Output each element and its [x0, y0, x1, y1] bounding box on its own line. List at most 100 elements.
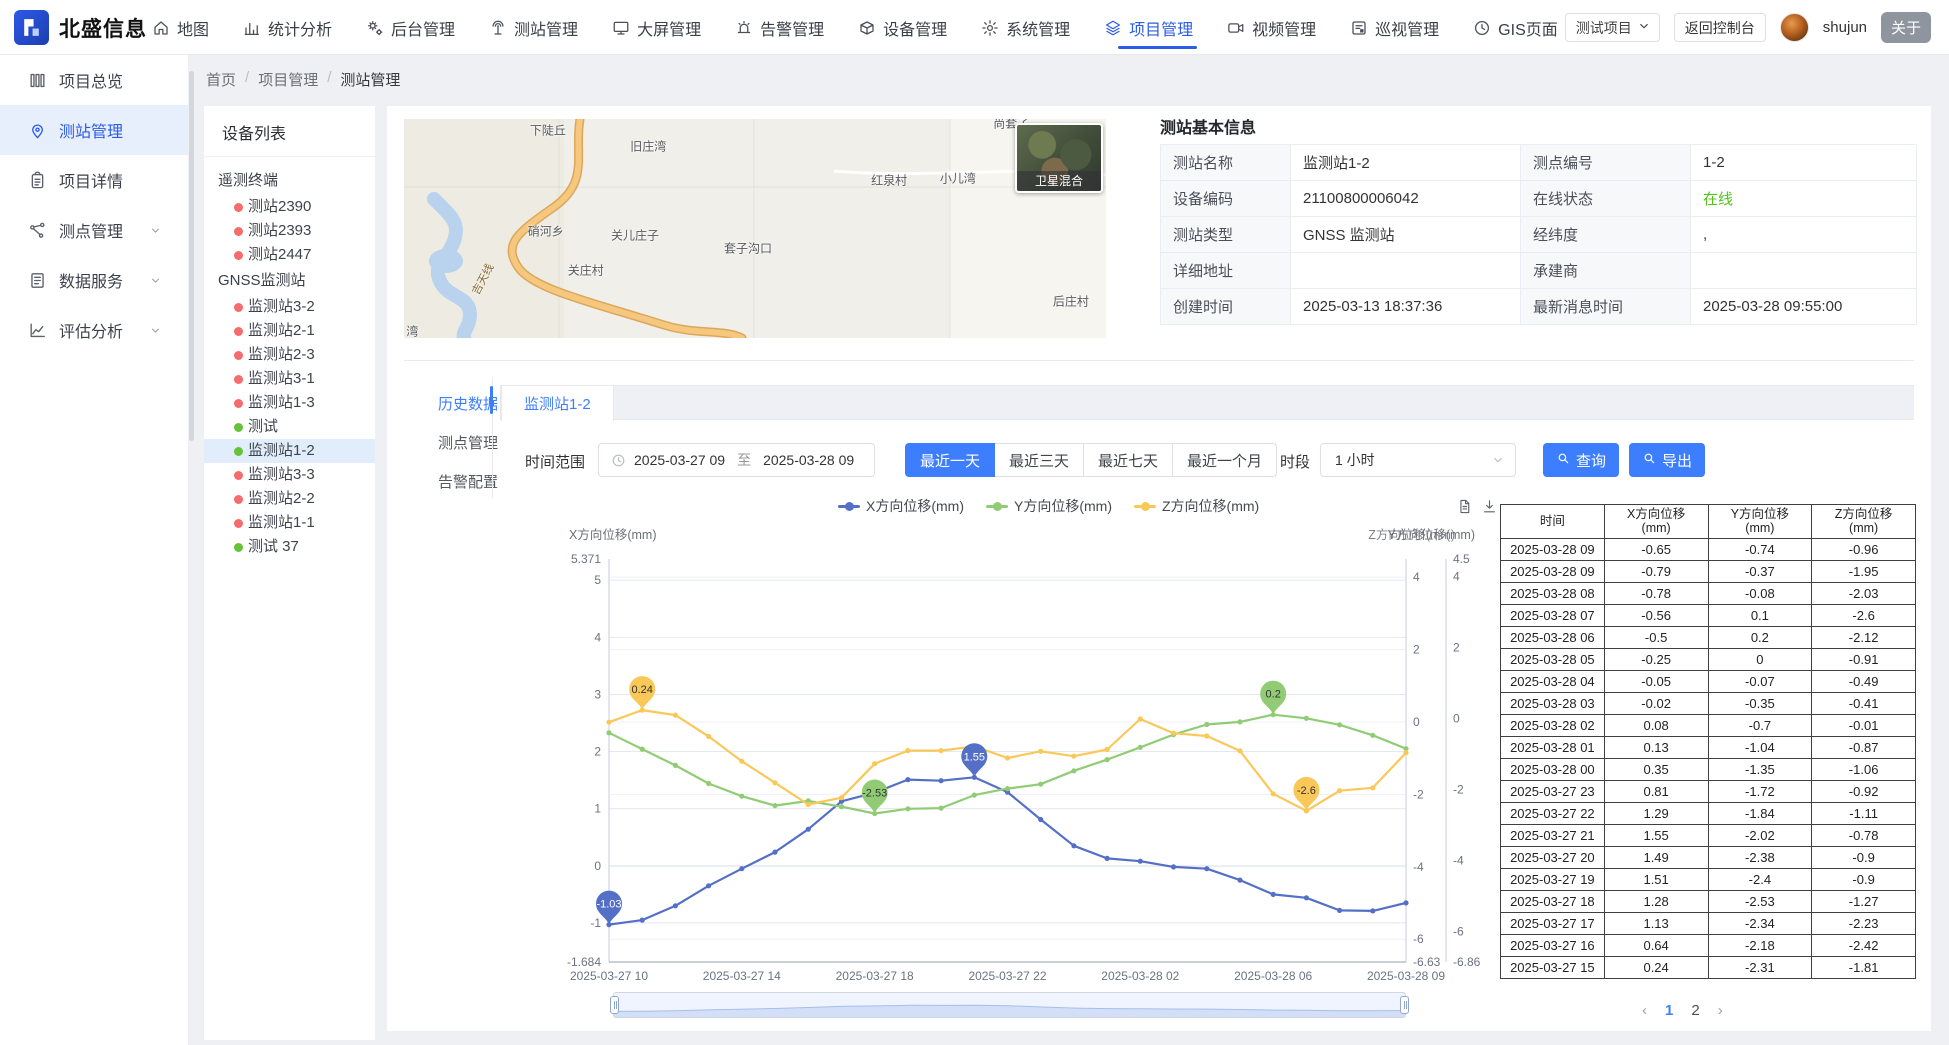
nav-item-6[interactable]: 设备管理 — [856, 0, 949, 55]
query-button[interactable]: 查询 — [1543, 443, 1620, 477]
nav-item-3[interactable]: 测站管理 — [487, 0, 580, 55]
back-to-console-button[interactable]: 返回控制台 — [1673, 13, 1766, 42]
clipboard-icon — [31, 171, 44, 188]
legend-item-label: Z方向位移(mm) — [1162, 498, 1260, 514]
device-icon — [860, 20, 874, 35]
table-row: 2025-03-27 16 0.64 -2.18 -2.42 — [1500, 933, 1916, 957]
export-button[interactable]: 导出 — [1629, 443, 1706, 477]
nav-item-4[interactable]: 大屏管理 — [610, 0, 703, 55]
datazoom-handle-left[interactable] — [610, 996, 619, 1014]
station-map[interactable]: 下陡丘 旧庄湾 红泉村 小儿湾 尚套子 硝河乡 关儿庄子 套子沟口 关庄村 后庄村湾 吉天线 卫星… — [404, 119, 1106, 338]
clock-icon — [611, 453, 626, 468]
online-status-dot — [234, 446, 243, 456]
sidebar-item-2[interactable]: 项目详情 — [0, 155, 188, 205]
quick-range-0[interactable]: 最近一天 — [905, 443, 996, 477]
table-row: 2025-03-28 04 -0.05 -0.07 -0.49 — [1500, 669, 1916, 693]
nav-item-9[interactable]: 视频管理 — [1225, 0, 1318, 55]
breadcrumb-item-1[interactable]: 项目管理 — [258, 69, 318, 90]
sidebar-item-1[interactable]: 测站管理 — [0, 105, 188, 155]
tab-station-1-2[interactable]: 监测站1-2 — [501, 385, 614, 421]
legend-item-0[interactable]: X方向位移(mm) — [838, 496, 964, 516]
nav-item-0[interactable]: 地图 — [150, 0, 211, 55]
table-cell: -2.53 — [1707, 889, 1813, 913]
date-range-picker[interactable]: 2025-03-27 09 至 2025-03-28 09 — [598, 443, 875, 477]
nav-item-5[interactable]: 告警管理 — [733, 0, 826, 55]
legend-item-1[interactable]: Y方向位移(mm) — [986, 496, 1112, 516]
nav-item-1[interactable]: 统计分析 — [241, 0, 334, 55]
chevron-down-icon — [1494, 457, 1502, 463]
table-cell: 1.51 — [1603, 867, 1709, 891]
sidebar-item-5[interactable]: 评估分析 — [0, 305, 188, 355]
device-item-0-0[interactable]: 测站2390 — [204, 195, 375, 219]
data-view-icon[interactable] — [1456, 498, 1473, 515]
data-table-header: Y方向位移 (mm) — [1707, 504, 1813, 539]
quick-range-2[interactable]: 最近七天 — [1084, 443, 1174, 477]
topbar-right: 测试项目 返回控制台 shujun 关于 — [1564, 0, 1931, 55]
info-value: , — [1691, 217, 1917, 253]
share-nodes-icon — [30, 222, 45, 238]
device-item-0-1[interactable]: 测站2393 — [204, 219, 375, 243]
brand-block[interactable]: 北盛信息 — [14, 10, 147, 45]
sidebar-item-4[interactable]: 数据服务 — [0, 255, 188, 305]
device-item-1-4[interactable]: 监测站1-3 — [204, 391, 375, 415]
about-button[interactable]: 关于 — [1881, 12, 1931, 43]
sidebar-item-3[interactable]: 测点管理 — [0, 205, 188, 255]
device-item-1-7[interactable]: 监测站3-3 — [204, 463, 375, 487]
table-cell: -2.03 — [1811, 581, 1916, 605]
period-select[interactable]: 1 小时 — [1320, 443, 1516, 477]
legend-item-label: Y方向位移(mm) — [1014, 498, 1112, 514]
download-icon[interactable] — [1481, 498, 1498, 515]
device-item-1-9[interactable]: 监测站1-1 — [204, 511, 375, 535]
device-item-1-5[interactable]: 测试 — [204, 415, 375, 439]
device-item-1-0[interactable]: 监测站3-2 — [204, 295, 375, 319]
map-layer-switcher[interactable]: 卫星混合 — [1015, 123, 1103, 193]
quick-range-1[interactable]: 最近三天 — [995, 443, 1085, 477]
main-panel: 下陡丘 旧庄湾 红泉村 小儿湾 尚套子 硝河乡 关儿庄子 套子沟口 关庄村 后庄村湾 吉天线 卫星… — [387, 106, 1931, 1031]
nav-item-11[interactable]: GIS页面 — [1471, 0, 1560, 55]
pagination-prev[interactable]: ‹ — [1642, 1002, 1647, 1019]
pagination-page-2[interactable]: 2 — [1691, 1002, 1699, 1019]
device-item-0-2[interactable]: 测站2447 — [204, 243, 375, 267]
nav-item-8[interactable]: 项目管理 — [1102, 0, 1198, 55]
table-cell: -0.05 — [1603, 669, 1709, 693]
device-item-1-2[interactable]: 监测站2-3 — [204, 343, 375, 367]
pagination-page-1[interactable]: 1 — [1665, 1002, 1673, 1019]
legend-item-2[interactable]: Z方向位移(mm) — [1134, 496, 1259, 516]
chevron-down-icon — [1491, 453, 1505, 467]
table-row: 2025-03-27 18 1.28 -2.53 -1.27 — [1500, 889, 1916, 913]
nav-item-7[interactable]: 系统管理 — [979, 0, 1072, 55]
datazoom-handle-right[interactable] — [1400, 996, 1409, 1014]
pagination-next[interactable]: › — [1718, 1002, 1723, 1019]
device-item-1-10[interactable]: 测试 37 — [204, 535, 375, 559]
datazoom-slider[interactable] — [610, 992, 1409, 1018]
sidebar-scrollbar[interactable] — [189, 71, 194, 441]
device-item-label: 测站2447 — [248, 246, 312, 263]
svg-text:2025-03-27 18: 2025-03-27 18 — [836, 969, 914, 983]
info-label: 测点编号 — [1521, 145, 1691, 181]
svg-text:-6: -6 — [1413, 932, 1424, 946]
project-select[interactable]: 测试项目 — [1564, 13, 1660, 42]
breadcrumb-item-0[interactable]: 首页 — [206, 69, 236, 90]
legend-marker-icon — [986, 501, 1008, 511]
nav-item-10[interactable]: 巡视管理 — [1348, 0, 1441, 55]
device-item-1-3[interactable]: 监测站3-1 — [204, 367, 375, 391]
table-cell: -0.92 — [1811, 779, 1916, 803]
svg-text:4: 4 — [1413, 570, 1420, 584]
nav-item-2[interactable]: 后台管理 — [364, 0, 457, 55]
table-row: 2025-03-28 08 -0.78 -0.08 -2.03 — [1500, 581, 1916, 605]
quick-range-3[interactable]: 最近一个月 — [1173, 443, 1278, 477]
table-cell: -0.01 — [1811, 713, 1916, 737]
table-cell: 2025-03-28 09 — [1500, 537, 1605, 561]
table-cell: -0.78 — [1603, 581, 1709, 605]
data-table-head: 时间 X方向位移 (mm) Y方向位移 (mm) Z方向位移 (mm) — [1500, 504, 1916, 539]
device-item-1-1[interactable]: 监测站2-1 — [204, 319, 375, 343]
sidebar-item-0[interactable]: 项目总览 — [0, 55, 188, 105]
query-button-label: 查询 — [1576, 452, 1607, 470]
stats-icon — [244, 22, 260, 35]
info-value — [1691, 253, 1917, 289]
device-list-title: 设备列表 — [204, 106, 375, 157]
avatar[interactable] — [1779, 13, 1809, 42]
device-item-1-6[interactable]: 监测站1-2 — [204, 439, 375, 463]
device-item-1-8[interactable]: 监测站2-2 — [204, 487, 375, 511]
table-cell: -2.6 — [1811, 603, 1916, 627]
